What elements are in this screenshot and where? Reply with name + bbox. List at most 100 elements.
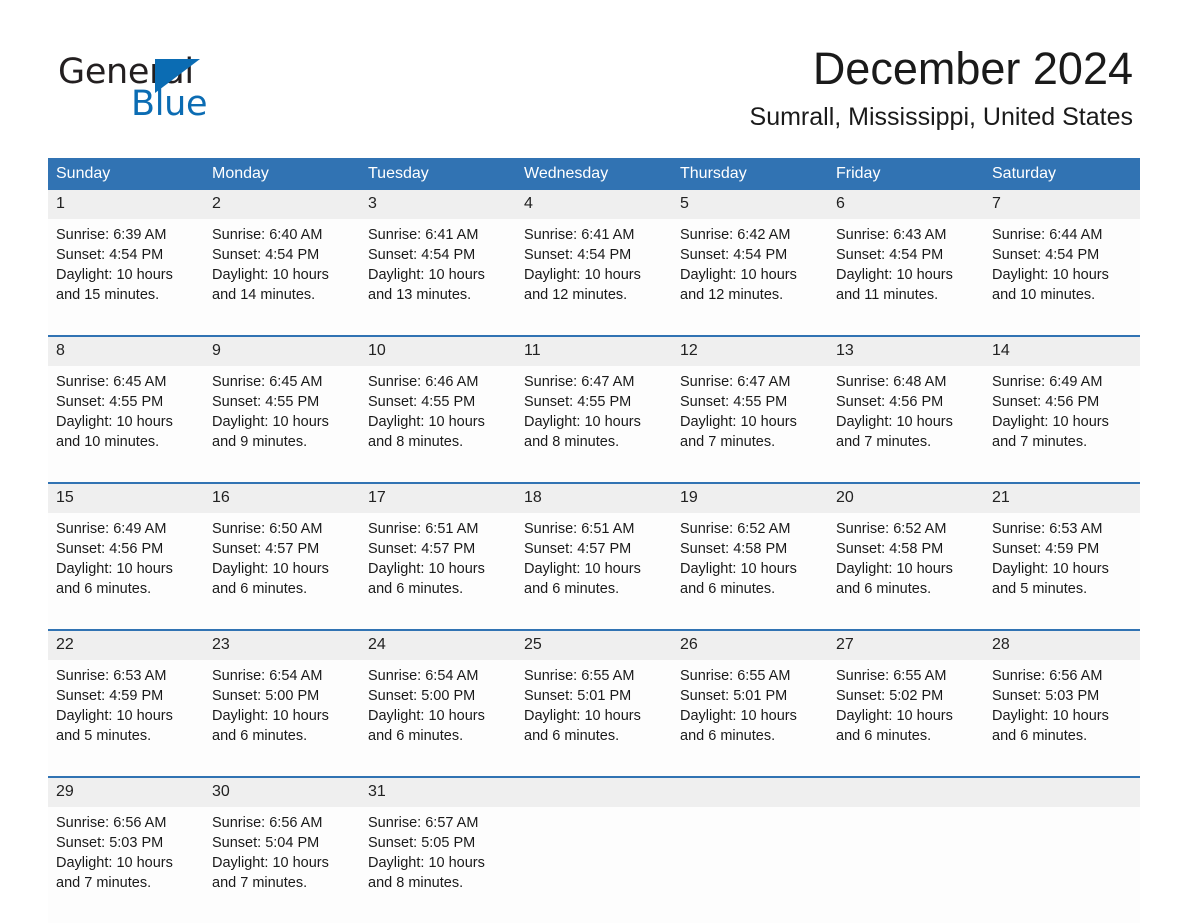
day-number[interactable]: 29	[48, 776, 204, 807]
day-number[interactable]: 30	[204, 776, 360, 807]
sunset-text: Sunset: 5:02 PM	[836, 688, 944, 704]
day-number[interactable]: 28	[984, 629, 1140, 660]
day-number[interactable]: 12	[672, 335, 828, 366]
weekday-header-wednesday: Wednesday	[516, 158, 672, 190]
day-cell[interactable]: Sunrise: 6:53 AM Sunset: 4:59 PM Dayligh…	[48, 660, 204, 777]
sunset-text: Sunset: 4:57 PM	[212, 541, 320, 557]
day-number[interactable]: 18	[516, 482, 672, 513]
day-number[interactable]: 27	[828, 629, 984, 660]
day-cell[interactable]: Sunrise: 6:49 AM Sunset: 4:56 PM Dayligh…	[984, 366, 1140, 483]
day-number[interactable]: 13	[828, 335, 984, 366]
daylight-text-line1: Daylight: 10 hours	[992, 708, 1109, 724]
day-number[interactable]: 7	[984, 190, 1140, 219]
daylight-text-line2: and 14 minutes.	[212, 287, 316, 303]
daylight-text-line2: and 6 minutes.	[992, 728, 1088, 744]
day-cell[interactable]: Sunrise: 6:57 AM Sunset: 5:05 PM Dayligh…	[360, 807, 516, 923]
daylight-text-line2: and 7 minutes.	[212, 875, 308, 891]
day-cell[interactable]: Sunrise: 6:55 AM Sunset: 5:01 PM Dayligh…	[672, 660, 828, 777]
day-number[interactable]: 14	[984, 335, 1140, 366]
day-number[interactable]: 3	[360, 190, 516, 219]
day-cell[interactable]: Sunrise: 6:53 AM Sunset: 4:59 PM Dayligh…	[984, 513, 1140, 630]
day-cell[interactable]: Sunrise: 6:43 AM Sunset: 4:54 PM Dayligh…	[828, 219, 984, 336]
day-cell[interactable]: Sunrise: 6:56 AM Sunset: 5:04 PM Dayligh…	[204, 807, 360, 923]
day-number[interactable]: 10	[360, 335, 516, 366]
sunset-text: Sunset: 4:57 PM	[524, 541, 632, 557]
day-cell[interactable]: Sunrise: 6:48 AM Sunset: 4:56 PM Dayligh…	[828, 366, 984, 483]
day-number[interactable]: 2	[204, 190, 360, 219]
daylight-text-line1: Daylight: 10 hours	[368, 561, 485, 577]
daylight-text-line2: and 9 minutes.	[212, 434, 308, 450]
day-cell[interactable]: Sunrise: 6:47 AM Sunset: 4:55 PM Dayligh…	[516, 366, 672, 483]
day-cell[interactable]: Sunrise: 6:55 AM Sunset: 5:01 PM Dayligh…	[516, 660, 672, 777]
day-number[interactable]: 5	[672, 190, 828, 219]
day-number[interactable]: 15	[48, 482, 204, 513]
day-cell[interactable]: Sunrise: 6:47 AM Sunset: 4:55 PM Dayligh…	[672, 366, 828, 483]
day-number[interactable]: 6	[828, 190, 984, 219]
day-cell[interactable]: Sunrise: 6:56 AM Sunset: 5:03 PM Dayligh…	[48, 807, 204, 923]
sunrise-text: Sunrise: 6:51 AM	[368, 521, 479, 537]
day-cell[interactable]: Sunrise: 6:50 AM Sunset: 4:57 PM Dayligh…	[204, 513, 360, 630]
day-cell[interactable]: Sunrise: 6:44 AM Sunset: 4:54 PM Dayligh…	[984, 219, 1140, 336]
day-number[interactable]: 19	[672, 482, 828, 513]
day-cell[interactable]: Sunrise: 6:55 AM Sunset: 5:02 PM Dayligh…	[828, 660, 984, 777]
day-number[interactable]: 24	[360, 629, 516, 660]
day-number[interactable]: 22	[48, 629, 204, 660]
day-cell[interactable]: Sunrise: 6:54 AM Sunset: 5:00 PM Dayligh…	[204, 660, 360, 777]
day-cell[interactable]: Sunrise: 6:46 AM Sunset: 4:55 PM Dayligh…	[360, 366, 516, 483]
sunrise-text: Sunrise: 6:40 AM	[212, 227, 323, 243]
sunset-text: Sunset: 4:56 PM	[836, 394, 944, 410]
day-number[interactable]: 11	[516, 335, 672, 366]
day-cell[interactable]: Sunrise: 6:39 AM Sunset: 4:54 PM Dayligh…	[48, 219, 204, 336]
day-number[interactable]: 31	[360, 776, 516, 807]
day-cell[interactable]: Sunrise: 6:51 AM Sunset: 4:57 PM Dayligh…	[516, 513, 672, 630]
week-daynum-row: 8 9 10 11 12 13 14	[48, 335, 1140, 366]
sunrise-text: Sunrise: 6:52 AM	[680, 521, 791, 537]
day-cell[interactable]: Sunrise: 6:41 AM Sunset: 4:54 PM Dayligh…	[516, 219, 672, 336]
sunset-text: Sunset: 5:03 PM	[56, 835, 164, 851]
weekday-header-friday: Friday	[828, 158, 984, 190]
day-number[interactable]: 21	[984, 482, 1140, 513]
day-cell[interactable]: Sunrise: 6:52 AM Sunset: 4:58 PM Dayligh…	[672, 513, 828, 630]
sunrise-text: Sunrise: 6:45 AM	[56, 374, 167, 390]
day-number[interactable]: 9	[204, 335, 360, 366]
daylight-text-line1: Daylight: 10 hours	[368, 414, 485, 430]
day-number[interactable]: 8	[48, 335, 204, 366]
day-cell[interactable]: Sunrise: 6:56 AM Sunset: 5:03 PM Dayligh…	[984, 660, 1140, 777]
sunrise-text: Sunrise: 6:46 AM	[368, 374, 479, 390]
day-cell[interactable]: Sunrise: 6:52 AM Sunset: 4:58 PM Dayligh…	[828, 513, 984, 630]
day-number[interactable]: 25	[516, 629, 672, 660]
day-cell[interactable]: Sunrise: 6:49 AM Sunset: 4:56 PM Dayligh…	[48, 513, 204, 630]
day-number[interactable]: 20	[828, 482, 984, 513]
daylight-text-line2: and 6 minutes.	[680, 728, 776, 744]
day-number[interactable]: 23	[204, 629, 360, 660]
day-cell[interactable]: Sunrise: 6:54 AM Sunset: 5:00 PM Dayligh…	[360, 660, 516, 777]
sunset-text: Sunset: 4:55 PM	[524, 394, 632, 410]
sunrise-text: Sunrise: 6:41 AM	[368, 227, 479, 243]
sunset-text: Sunset: 4:54 PM	[680, 247, 788, 263]
day-number[interactable]: 17	[360, 482, 516, 513]
daylight-text-line2: and 6 minutes.	[56, 581, 152, 597]
day-number[interactable]: 26	[672, 629, 828, 660]
day-cell[interactable]: Sunrise: 6:40 AM Sunset: 4:54 PM Dayligh…	[204, 219, 360, 336]
general-blue-logo[interactable]: General Blue	[58, 52, 318, 124]
sunset-text: Sunset: 4:56 PM	[56, 541, 164, 557]
daylight-text-line1: Daylight: 10 hours	[524, 708, 641, 724]
day-number[interactable]: 16	[204, 482, 360, 513]
sunrise-text: Sunrise: 6:55 AM	[680, 668, 791, 684]
sunrise-text: Sunrise: 6:52 AM	[836, 521, 947, 537]
day-number[interactable]: 4	[516, 190, 672, 219]
day-number[interactable]: 1	[48, 190, 204, 219]
day-cell[interactable]: Sunrise: 6:42 AM Sunset: 4:54 PM Dayligh…	[672, 219, 828, 336]
day-cell[interactable]: Sunrise: 6:45 AM Sunset: 4:55 PM Dayligh…	[204, 366, 360, 483]
daylight-text-line1: Daylight: 10 hours	[992, 267, 1109, 283]
day-cell[interactable]: Sunrise: 6:51 AM Sunset: 4:57 PM Dayligh…	[360, 513, 516, 630]
daylight-text-line1: Daylight: 10 hours	[524, 414, 641, 430]
sunset-text: Sunset: 5:01 PM	[680, 688, 788, 704]
sunset-text: Sunset: 4:57 PM	[368, 541, 476, 557]
calendar-body: 1 2 3 4 5 6 7 Sunrise: 6:39 AM Sunset: 4…	[48, 190, 1140, 923]
sunrise-text: Sunrise: 6:55 AM	[524, 668, 635, 684]
day-cell-empty	[828, 807, 984, 923]
daylight-text-line2: and 11 minutes.	[836, 287, 939, 303]
day-cell[interactable]: Sunrise: 6:41 AM Sunset: 4:54 PM Dayligh…	[360, 219, 516, 336]
day-cell[interactable]: Sunrise: 6:45 AM Sunset: 4:55 PM Dayligh…	[48, 366, 204, 483]
